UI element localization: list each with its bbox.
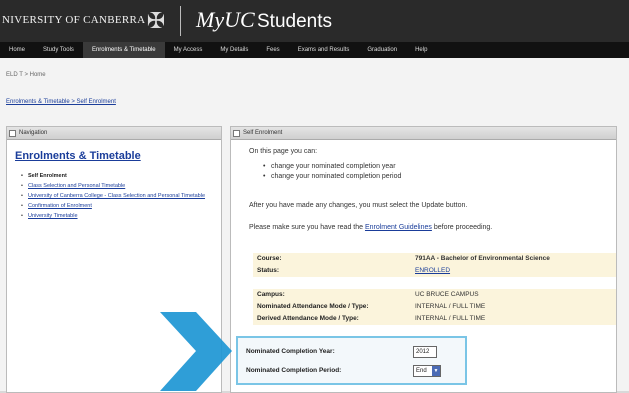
chevron-arrow-icon: [160, 312, 232, 391]
pointer-arrow-overlay: [160, 312, 232, 391]
page: NIVERSITY OF CANBERRA ✠ MyUC Students Ho…: [0, 0, 629, 393]
